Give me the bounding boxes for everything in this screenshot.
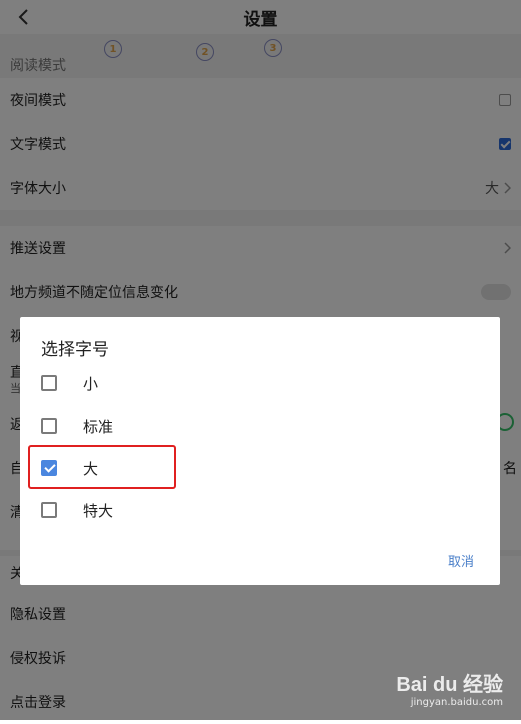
option-standard-label: 标准 bbox=[83, 417, 114, 436]
baidu-jingyan-watermark: Bai du 经验 jingyan.baidu.com bbox=[396, 668, 503, 708]
option-small-label: 小 bbox=[83, 374, 99, 393]
option-standard-checkbox[interactable] bbox=[41, 418, 57, 434]
option-standard[interactable]: 标准 bbox=[41, 410, 113, 442]
option-small[interactable]: 小 bbox=[41, 367, 98, 399]
annotation-highlight-box bbox=[28, 445, 176, 489]
option-extra-large[interactable]: 特大 bbox=[41, 494, 113, 526]
cancel-button[interactable]: 取消 bbox=[448, 551, 474, 570]
font-size-dialog: 选择字号 小 标准 大 特大 取消 bbox=[20, 317, 500, 585]
dialog-title: 选择字号 bbox=[41, 340, 109, 360]
option-extra-large-label: 特大 bbox=[83, 501, 114, 520]
option-extra-large-checkbox[interactable] bbox=[41, 502, 57, 518]
option-small-checkbox[interactable] bbox=[41, 375, 57, 391]
watermark-logo: Bai du 经验 bbox=[396, 674, 503, 696]
watermark-url: jingyan.baidu.com bbox=[410, 697, 503, 708]
